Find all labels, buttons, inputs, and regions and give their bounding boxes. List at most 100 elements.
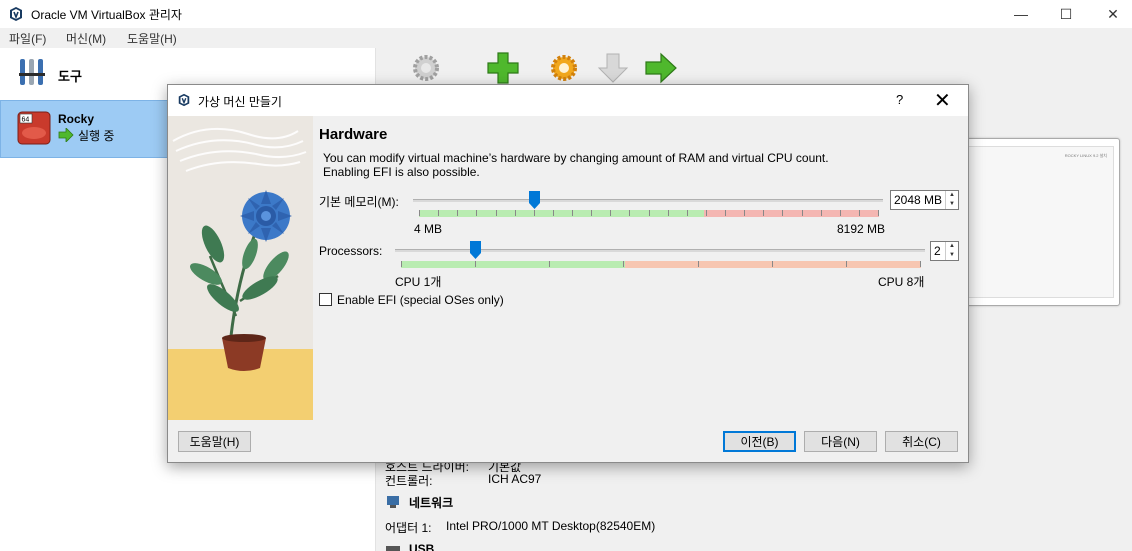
processors-min-label: CPU 1개 [395,275,442,289]
dialog-title: 가상 머신 만들기 [198,95,282,109]
memory-stepper-arrows[interactable]: ▲ ▼ [945,191,958,209]
tools-label: 도구 [58,69,82,84]
scale-tick [475,261,476,267]
memory-slider-track[interactable] [413,199,883,202]
plant-illustration [168,116,313,420]
memory-scale [419,210,879,217]
scale-tick [763,210,764,216]
scale-tick [553,210,554,216]
settings-gear-icon[interactable] [548,52,580,84]
menu-file[interactable]: 파일(F) [9,30,46,47]
scale-tick [698,261,699,267]
maximize-button[interactable]: ☐ [1043,0,1089,28]
cancel-button[interactable]: 취소(C) [885,431,958,452]
wizard-content: Hardware You can modify virtual machine’… [313,116,968,420]
main-titlebar: Oracle VM VirtualBox 관리자 — ☐ ✕ [0,0,1132,28]
scale-tick [782,210,783,216]
scale-tick [802,210,803,216]
scale-tick [496,210,497,216]
linux-os-icon: 64 [17,111,51,145]
memory-slider-thumb[interactable] [529,191,540,209]
virtualbox-logo-icon [10,7,22,21]
menu-machine[interactable]: 머신(M) [66,30,106,47]
help-icon[interactable]: ? [896,92,903,107]
vm-name: Rocky [58,112,95,126]
details-list: 호스트 드라이버: 기본값 컨트롤러: ICH AC97 네트워크 어댑터 1:… [377,456,1132,551]
adapter-label: 어댑터 1: [385,521,432,535]
processors-spinbox[interactable]: 2 ▲ ▼ [930,241,959,261]
scale-tick [920,261,921,267]
scale-tick [629,210,630,216]
close-window-button[interactable]: ✕ [1090,0,1132,28]
description-line1: You can modify virtual machine’s hardwar… [323,151,829,165]
memory-min-label: 4 MB [414,222,443,236]
network-icon [387,496,399,508]
menu-bar: 파일(F) 머신(M) 도움말(H) [0,28,1132,48]
processors-scale [401,261,921,268]
discard-down-arrow-icon[interactable] [597,52,629,84]
scale-tick [401,261,402,267]
scale-tick [744,210,745,216]
scale-tick [649,210,650,216]
processors-slider-thumb[interactable] [470,241,482,259]
virtualbox-logo-icon [178,93,190,107]
page-description: You can modify virtual machine’s hardwar… [323,151,829,179]
help-button[interactable]: 도움말(H) [178,431,251,452]
scale-tick [549,261,550,267]
efi-label[interactable]: Enable EFI (special OSes only) [337,293,504,307]
scale-tick [840,210,841,216]
memory-value: 2048 MB [894,193,943,207]
scale-tick [457,210,458,216]
new-vm-gear-icon[interactable] [410,52,442,84]
usb-header[interactable]: USB [409,542,434,551]
scale-tick [772,261,773,267]
processors-label: Processors: [319,244,383,258]
controller-value: ICH AC97 [488,472,542,486]
start-right-arrow-icon[interactable] [644,52,678,84]
memory-spinbox[interactable]: 2048 MB ▲ ▼ [890,190,959,210]
scale-segment [401,261,625,268]
vm-state: 실행 중 [78,129,115,143]
scale-segment [704,210,879,217]
running-arrow-icon [58,128,74,142]
menu-help[interactable]: 도움말(H) [127,30,177,47]
scale-tick [515,210,516,216]
page-heading: Hardware [319,126,388,143]
vm-preview-screen: ROCKY LINUX 9.2 설치 [968,146,1114,298]
scale-tick [878,210,879,216]
minimize-button[interactable]: — [998,0,1044,28]
scale-segment [419,210,705,217]
scale-tick [687,210,688,216]
add-plus-icon[interactable] [486,51,520,85]
scale-tick [623,261,624,267]
scale-tick [859,210,860,216]
back-button[interactable]: 이전(B) [723,431,796,452]
scale-tick [610,210,611,216]
scale-tick [419,210,420,216]
description-line2: Enabling EFI is also possible. [323,165,480,179]
scale-tick [821,210,822,216]
network-header[interactable]: 네트워크 [409,494,453,511]
scale-tick [725,210,726,216]
processors-value: 2 [934,244,941,258]
adapter-value: Intel PRO/1000 MT Desktop(82540EM) [446,519,656,533]
dialog-footer: 도움말(H) 이전(B) 다음(N) 취소(C) [168,420,968,462]
next-button[interactable]: 다음(N) [804,431,877,452]
scale-tick [591,210,592,216]
dialog-titlebar: 가상 머신 만들기 ? ✕ [168,85,968,116]
controller-label: 컨트롤러: [385,474,433,488]
memory-max-label: 8192 MB [837,222,886,236]
create-vm-dialog: 가상 머신 만들기 ? ✕ Hardware You can modify vi… [167,84,969,463]
usb-icon [386,546,400,551]
processors-max-label: CPU 8개 [878,275,925,289]
scale-tick [572,210,573,216]
preview-text: ROCKY LINUX 9.2 설치 [1064,153,1107,158]
scale-tick [476,210,477,216]
scale-tick [846,261,847,267]
dialog-close-button[interactable]: ✕ [934,88,951,113]
processors-stepper-arrows[interactable]: ▲ ▼ [945,242,958,260]
window-title: Oracle VM VirtualBox 관리자 [31,8,182,22]
svg-text:64: 64 [22,117,30,124]
scale-tick [668,210,669,216]
efi-checkbox[interactable] [319,293,332,306]
